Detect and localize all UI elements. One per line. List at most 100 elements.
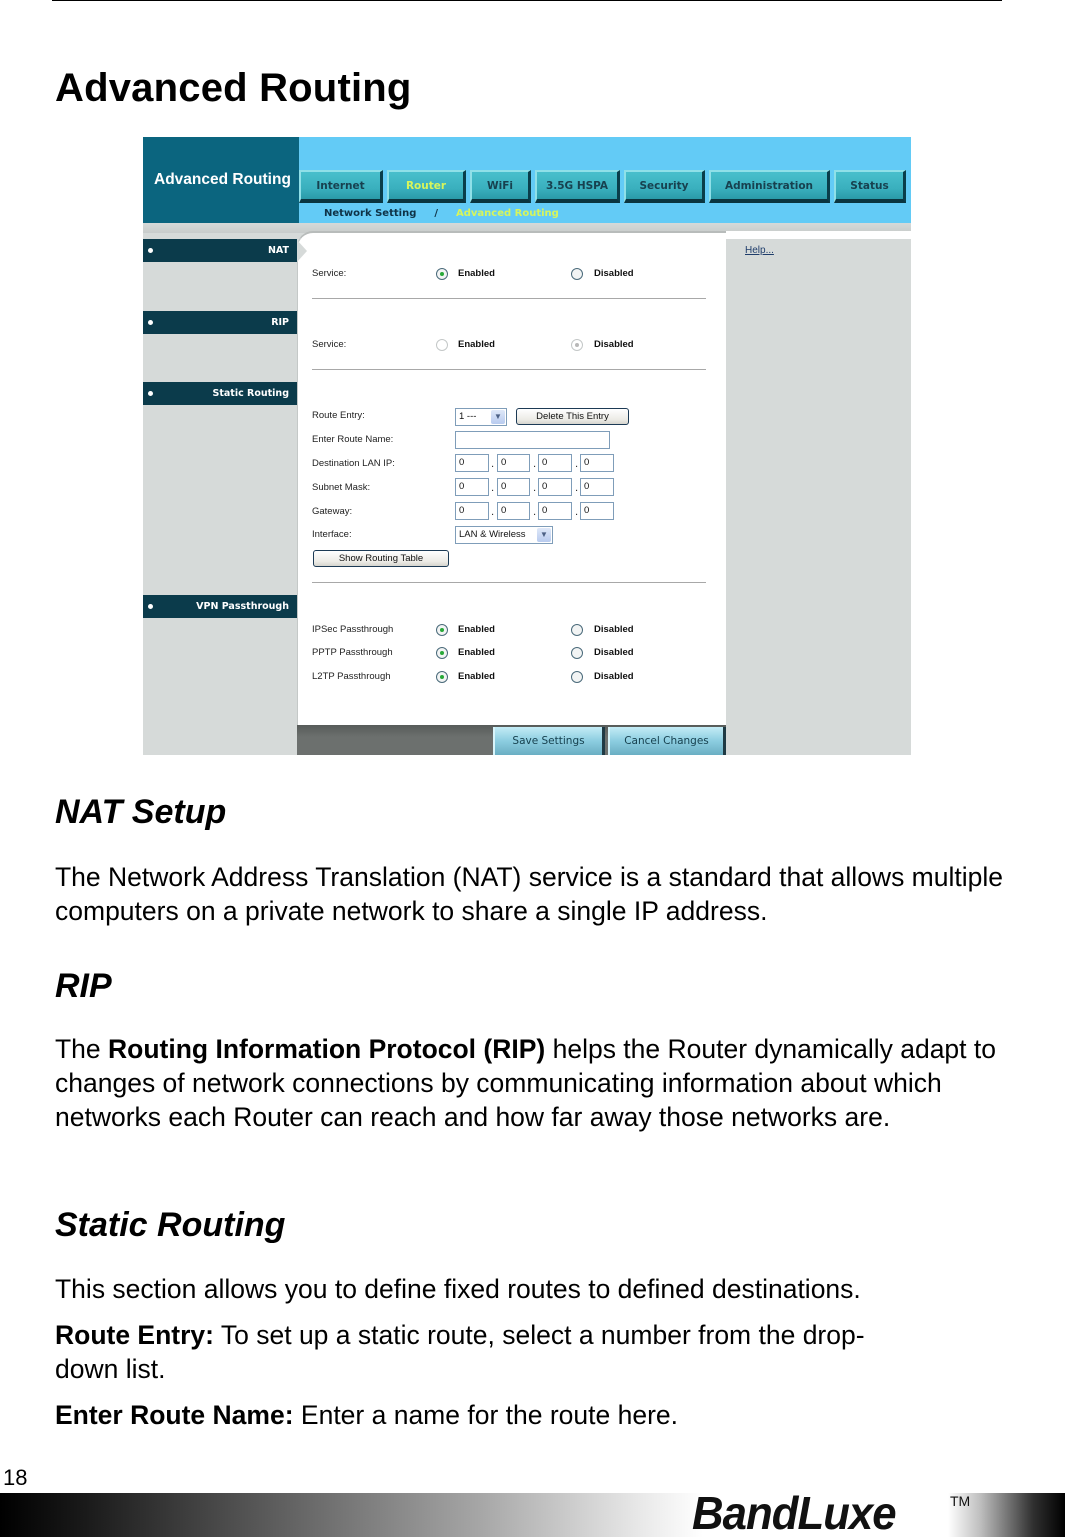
gateway-label: Gateway: [312,506,353,517]
help-panel: Help... [726,239,911,755]
l2tp-disabled-radio[interactable] [571,671,583,683]
pptp-label: PPTP Passthrough [312,647,393,658]
interface-value: LAN & Wireless [459,529,526,540]
divider [312,582,706,583]
subnet-mask-label: Subnet Mask: [312,482,371,493]
sidebar-item-label: Static Routing [212,388,290,399]
ipsec-enabled-radio[interactable] [436,624,448,636]
rip-enabled-radio[interactable] [436,339,448,351]
route-entry-select[interactable]: 1 --- ▼ [455,408,507,426]
subnet-octet-3[interactable]: 0 [538,478,572,496]
breadcrumb-current: Advanced Routing [456,207,559,219]
dest-ip-octet-3[interactable]: 0 [538,454,572,472]
ip-dot: . [533,507,537,518]
subnet-octet-4[interactable]: 0 [580,478,614,496]
sidebar-item-label: NAT [267,245,289,256]
rip-service-label: Service: [312,339,347,350]
dest-ip-label: Destination LAN IP: [312,458,395,469]
static-routing-heading: Static Routing [55,1206,286,1244]
route-name-paragraph: Enter Route Name: Enter a name for the r… [55,1398,1005,1432]
router-ui-screenshot: Advanced Routing Internet Router WiFi 3.… [143,137,911,755]
rip-paragraph: The Routing Information Protocol (RIP) h… [55,1032,1005,1134]
pptp-enabled-label: Enabled [458,647,495,658]
ip-dot: . [491,459,495,470]
sidebar-item-vpn-passthrough: VPN Passthrough [143,595,297,618]
rip-enabled-label: Enabled [458,339,495,350]
ip-dot: . [533,483,537,494]
l2tp-enabled-radio[interactable] [436,671,448,683]
sidebar-item-static-routing: Static Routing [143,382,297,405]
divider [312,369,706,370]
tab-security[interactable]: Security [624,170,705,203]
ipsec-disabled-label: Disabled [594,624,634,635]
ui-nav-tabs: Internet Router WiFi 3.5G HSPA Security … [299,170,910,203]
tab-status[interactable]: Status [834,170,906,203]
tab-administration[interactable]: Administration [709,170,830,203]
pptp-disabled-radio[interactable] [571,647,583,659]
l2tp-disabled-label: Disabled [594,671,634,682]
nat-paragraph: The Network Address Translation (NAT) se… [55,862,1003,926]
gateway-octet-1[interactable]: 0 [455,502,489,520]
nat-disabled-radio[interactable] [571,268,583,280]
gateway-octet-2[interactable]: 0 [497,502,530,520]
top-rule [52,0,1002,1]
subnet-octet-1[interactable]: 0 [455,478,489,496]
bullet-icon [148,320,153,325]
ip-dot: . [533,459,537,470]
ipsec-disabled-radio[interactable] [571,624,583,636]
save-settings-button[interactable]: Save Settings [493,727,605,755]
ip-dot: . [575,507,579,518]
dest-ip-octet-4[interactable]: 0 [580,454,614,472]
nat-enabled-radio[interactable] [436,268,448,280]
sidebar-item-label: RIP [271,317,289,328]
cancel-changes-button[interactable]: Cancel Changes [608,727,726,755]
ip-dot: . [491,507,495,518]
interface-select[interactable]: LAN & Wireless ▼ [455,526,553,544]
tab-hspa[interactable]: 3.5G HSPA [535,170,620,203]
route-name-desc: Enter a name for the route here. [293,1400,679,1430]
bullet-icon [148,604,153,609]
help-gap [726,231,911,239]
l2tp-label: L2TP Passthrough [312,671,391,682]
chevron-down-icon: ▼ [491,410,505,424]
route-name-label: Enter Route Name: [312,434,394,445]
panel-pointer [297,240,307,262]
route-name-input[interactable] [455,431,610,449]
route-entry-value: 1 --- [459,411,477,422]
rip-term: Routing Information Protocol (RIP) [108,1034,546,1064]
brand-logo: BandLuxe [692,1487,897,1537]
ui-breadcrumb: Network Setting / Advanced Routing [299,203,911,223]
dest-ip-octet-1[interactable]: 0 [455,454,489,472]
pptp-enabled-radio[interactable] [436,647,448,659]
route-entry-term: Route Entry: [55,1320,214,1350]
bullet-icon [148,391,153,396]
static-routing-paragraph: This section allows you to define fixed … [55,1274,861,1304]
rip-disabled-label: Disabled [594,339,634,350]
ipsec-label: IPSec Passthrough [312,624,394,635]
page-title: Advanced Routing [55,66,412,110]
tab-internet[interactable]: Internet [299,170,383,203]
show-routing-table-button[interactable]: Show Routing Table [313,550,449,567]
sidebar-item-label: VPN Passthrough [196,601,289,612]
l2tp-enabled-label: Enabled [458,671,495,682]
tab-wifi[interactable]: WiFi [470,170,531,203]
subnet-octet-2[interactable]: 0 [497,478,530,496]
gateway-octet-3[interactable]: 0 [538,502,572,520]
tab-router[interactable]: Router [387,170,466,203]
delete-entry-button[interactable]: Delete This Entry [516,408,629,425]
breadcrumb-parent[interactable]: Network Setting [324,208,416,219]
chevron-down-icon: ▼ [537,528,551,542]
nat-service-label: Service: [312,268,347,279]
bullet-icon [148,248,153,253]
ip-dot: . [575,459,579,470]
help-link[interactable]: Help... [745,245,774,256]
nat-enabled-label: Enabled [458,268,495,279]
sidebar-item-nat: NAT [143,239,297,262]
dest-ip-octet-2[interactable]: 0 [497,454,530,472]
breadcrumb-separator: / [434,207,439,219]
gateway-octet-4[interactable]: 0 [580,502,614,520]
rip-disabled-radio[interactable] [571,339,583,351]
rip-heading: RIP [55,967,112,1005]
route-entry-paragraph: Route Entry: To set up a static route, s… [55,1318,885,1386]
ip-dot: . [491,483,495,494]
